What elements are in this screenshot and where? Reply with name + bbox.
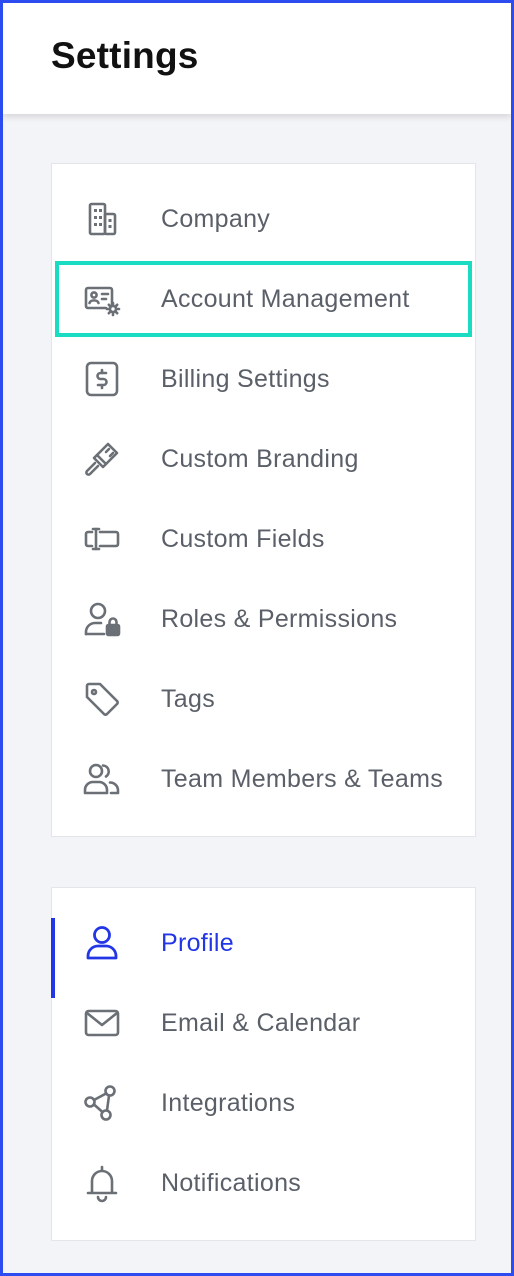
building-icon [82,199,122,239]
bell-icon [82,1163,122,1203]
envelope-icon [82,1003,122,1043]
menu-item-custom-fields[interactable]: Custom Fields [52,499,475,579]
menu-item-label: Tags [161,685,216,713]
paintbrush-icon [82,439,122,479]
menu-item-company[interactable]: Company [52,179,475,259]
menu-item-label: Email & Calendar [161,1009,361,1037]
menu-item-label: Team Members & Teams [161,765,444,793]
menu-item-label: Account Management [161,285,410,313]
menu-item-profile[interactable]: Profile [51,903,475,998]
menu-item-label: Company [161,205,271,233]
menu-item-label: Notifications [161,1169,302,1197]
menu-item-integrations[interactable]: Integrations [52,1063,475,1143]
menu-item-label: Billing Settings [161,365,330,393]
menu-item-custom-branding[interactable]: Custom Branding [52,419,475,499]
menu-item-email-calendar[interactable]: Email & Calendar [52,983,475,1063]
settings-panel: Settings Company Account Management Bill… [0,0,514,1276]
user-icon [82,923,122,963]
menu-item-team-members-teams[interactable]: Team Members & Teams [52,739,475,819]
user-lock-icon [82,599,122,639]
share-nodes-icon [82,1083,122,1123]
page-title: Settings [51,35,199,76]
menu-item-label: Profile [161,929,234,957]
menu-item-label: Roles & Permissions [161,605,398,633]
dollar-square-icon [82,359,122,399]
menu-item-label: Custom Branding [161,445,359,473]
text-field-icon [82,519,122,559]
menu-item-billing-settings[interactable]: Billing Settings [52,339,475,419]
menu-item-tags[interactable]: Tags [52,659,475,739]
menu-item-roles-permissions[interactable]: Roles & Permissions [52,579,475,659]
menu-item-account-management[interactable]: Account Management [52,259,475,339]
users-icon [82,759,122,799]
organization-settings-menu: Company Account Management Billing Setti… [51,163,476,837]
menu-item-label: Custom Fields [161,525,325,553]
id-card-gear-icon [82,279,122,319]
menu-item-label: Integrations [161,1089,296,1117]
personal-settings-menu: Profile Email & Calendar Integrations No… [51,887,476,1241]
tag-icon [82,679,122,719]
menu-item-notifications[interactable]: Notifications [52,1143,475,1223]
page-header: Settings [3,3,511,114]
